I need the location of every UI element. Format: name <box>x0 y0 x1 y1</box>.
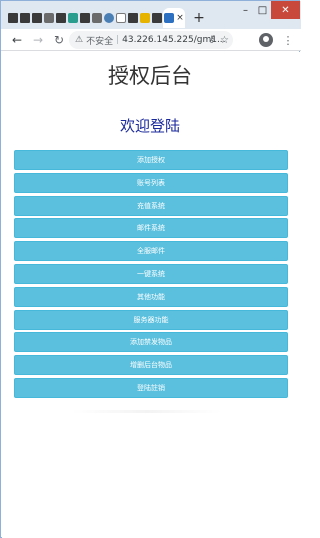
tab-strip: × + – □ ✕ <box>1 1 301 29</box>
page-content: 授权后台 欢迎登陆 添加授权 账号列表 充值系统 邮件系统 全服邮件 一键系统 … <box>2 52 300 538</box>
app-favicon-icon <box>127 13 138 23</box>
menu-button-list: 添加授权 账号列表 充值系统 邮件系统 全服邮件 一键系统 其他功能 服务器功能… <box>14 150 288 401</box>
mail-system-button[interactable]: 邮件系统 <box>14 218 288 239</box>
tab[interactable] <box>19 10 30 26</box>
server-functions-button[interactable]: 服务器功能 <box>14 309 288 330</box>
document-icon <box>115 13 126 23</box>
tab[interactable] <box>139 10 150 26</box>
warning-icon[interactable]: ⚠ <box>75 35 83 45</box>
minimize-button[interactable]: – <box>237 1 254 19</box>
app-favicon-icon <box>151 13 162 23</box>
tab[interactable] <box>115 10 126 26</box>
add-authorization-button[interactable]: 添加授权 <box>14 150 288 170</box>
browser-menu-icon[interactable]: ⋮ <box>281 32 295 48</box>
app-favicon-icon <box>43 13 54 23</box>
app-favicon-icon <box>19 13 30 23</box>
tab[interactable] <box>31 10 42 26</box>
one-click-system-button[interactable]: 一键系统 <box>14 263 288 284</box>
security-status: 不安全 <box>86 36 114 47</box>
welcome-heading: 欢迎登陆 <box>119 117 180 135</box>
app-favicon-icon <box>55 13 66 23</box>
tab-active[interactable]: × <box>163 8 185 28</box>
forward-button[interactable]: → <box>30 32 46 48</box>
server-wide-mail-button[interactable]: 全服邮件 <box>14 241 288 262</box>
account-icon[interactable] <box>259 33 273 47</box>
logout-button[interactable]: 登陆註销 <box>14 377 288 398</box>
app-favicon-icon <box>79 13 90 23</box>
tab[interactable] <box>127 10 138 26</box>
page-title: 授权后台 <box>108 64 192 88</box>
back-button[interactable]: ← <box>9 32 25 48</box>
tab-list: × <box>7 8 185 28</box>
tab[interactable] <box>67 10 78 26</box>
browser-toolbar: ← → ↻ ⚠ 不安全 | 43.226.145.225/gm1... ⚷ ☆ … <box>1 29 301 51</box>
manage-backend-items-button[interactable]: 增删后台物品 <box>14 355 288 376</box>
tab[interactable] <box>103 10 114 26</box>
close-tab-icon[interactable]: × <box>176 13 184 23</box>
gear-icon <box>103 13 114 23</box>
address-separator: | <box>116 35 120 45</box>
address-bar[interactable]: ⚠ 不安全 | 43.226.145.225/gm1... ⚷ ☆ <box>69 31 233 49</box>
app-favicon-icon <box>91 13 102 23</box>
account-list-button[interactable]: 账号列表 <box>14 172 288 193</box>
tab[interactable] <box>151 10 162 26</box>
bookmark-star-icon[interactable]: ☆ <box>220 35 229 46</box>
maximize-button[interactable]: □ <box>254 1 271 19</box>
divider <box>72 410 222 413</box>
tab[interactable] <box>7 10 18 26</box>
globe-icon <box>67 13 78 23</box>
reload-button[interactable]: ↻ <box>51 32 67 48</box>
app-favicon-icon <box>164 13 175 23</box>
tab[interactable] <box>55 10 66 26</box>
close-window-button[interactable]: ✕ <box>271 1 300 19</box>
key-icon[interactable]: ⚷ <box>208 35 215 45</box>
folder-icon <box>139 13 150 23</box>
tab[interactable] <box>91 10 102 26</box>
tab[interactable] <box>79 10 90 26</box>
app-favicon-icon <box>31 13 42 23</box>
other-functions-button[interactable]: 其他功能 <box>14 286 288 307</box>
new-tab-button[interactable]: + <box>191 10 207 26</box>
tab[interactable] <box>43 10 54 26</box>
recharge-system-button[interactable]: 充值系统 <box>14 195 288 216</box>
browser-window: × + – □ ✕ ← → ↻ ⚠ 不安全 | 43.226.145.225/g… <box>0 0 301 538</box>
add-banned-items-button[interactable]: 添加禁发物品 <box>14 332 288 353</box>
app-favicon-icon <box>7 13 18 23</box>
